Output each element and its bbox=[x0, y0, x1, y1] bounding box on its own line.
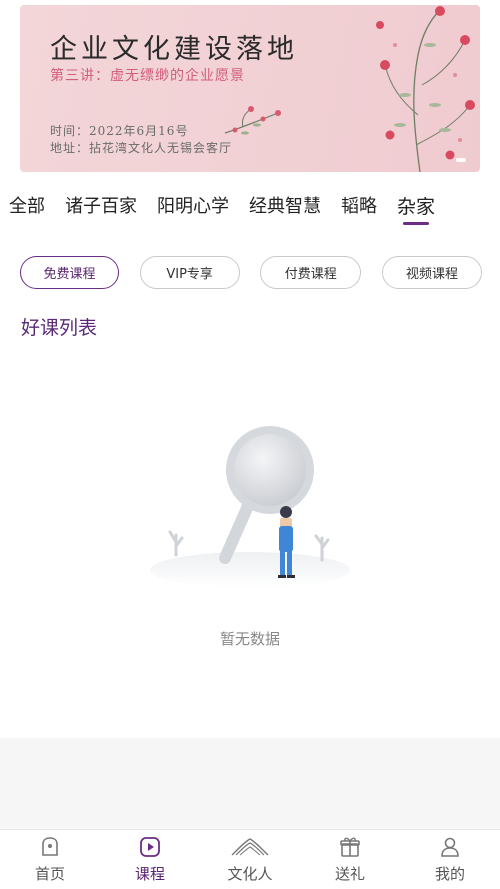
banner-address: 地址：拈花湾文化人无锡会客厅 bbox=[50, 141, 233, 155]
promo-banner[interactable]: 企业文化建设落地 第三讲：虚无缥缈的企业愿景 时间：2022年6月16号 地址：… bbox=[20, 5, 480, 172]
tab-yangming[interactable]: 阳明心学 bbox=[157, 186, 229, 218]
mountain-logo-icon bbox=[231, 838, 269, 856]
tab-gift-label: 送礼 bbox=[334, 865, 365, 883]
home-icon bbox=[42, 837, 58, 856]
tab-mine[interactable]: 我的 bbox=[400, 830, 500, 889]
filter-vip[interactable]: VIP专享 bbox=[139, 256, 240, 289]
banner-title: 企业文化建设落地 bbox=[50, 34, 298, 65]
banner-time: 时间：2022年6月16号 bbox=[50, 124, 189, 138]
filter-paid[interactable]: 付费课程 bbox=[260, 256, 362, 289]
empty-state-illustration bbox=[150, 426, 350, 588]
tab-gift[interactable]: 送礼 bbox=[300, 830, 400, 889]
flowers-decoration-icon bbox=[376, 6, 475, 172]
category-tabs: 全部 诸子百家 阳明心学 经典智慧 韬略 杂家 bbox=[0, 186, 500, 230]
gift-icon bbox=[340, 837, 360, 857]
tab-all[interactable]: 全部 bbox=[9, 186, 45, 218]
flower-sprig-icon bbox=[224, 106, 281, 135]
tab-mine-label: 我的 bbox=[434, 865, 465, 883]
bottom-tab-bar: 首页 课程 文化人 送礼 我的 bbox=[0, 829, 500, 889]
tab-classic-wisdom[interactable]: 经典智慧 bbox=[249, 186, 321, 218]
banner-subtitle: 第三讲：虚无缥缈的企业愿景 bbox=[50, 68, 245, 84]
carousel-indicator bbox=[456, 158, 466, 162]
bottom-spacer bbox=[0, 738, 500, 830]
filter-video[interactable]: 视频课程 bbox=[381, 256, 482, 289]
empty-state-text: 暂无数据 bbox=[219, 630, 280, 648]
tab-courses[interactable]: 课程 bbox=[100, 830, 200, 889]
tab-miscellaneous[interactable]: 杂家 bbox=[397, 186, 435, 225]
tab-courses-label: 课程 bbox=[134, 865, 165, 883]
course-filter-row: 免费课程 VIP专享 付费课程 视频课程 bbox=[20, 256, 482, 290]
tab-zhuzi[interactable]: 诸子百家 bbox=[65, 186, 137, 218]
play-icon bbox=[140, 837, 160, 857]
section-title: 好课列表 bbox=[21, 317, 98, 339]
tab-home[interactable]: 首页 bbox=[0, 830, 100, 889]
filter-free[interactable]: 免费课程 bbox=[20, 256, 119, 289]
tab-home-label: 首页 bbox=[34, 865, 65, 883]
tab-culture-label: 文化人 bbox=[227, 865, 273, 883]
user-icon bbox=[441, 837, 459, 857]
tab-strategy[interactable]: 韬略 bbox=[341, 186, 377, 218]
tab-culture[interactable]: 文化人 bbox=[200, 830, 300, 889]
